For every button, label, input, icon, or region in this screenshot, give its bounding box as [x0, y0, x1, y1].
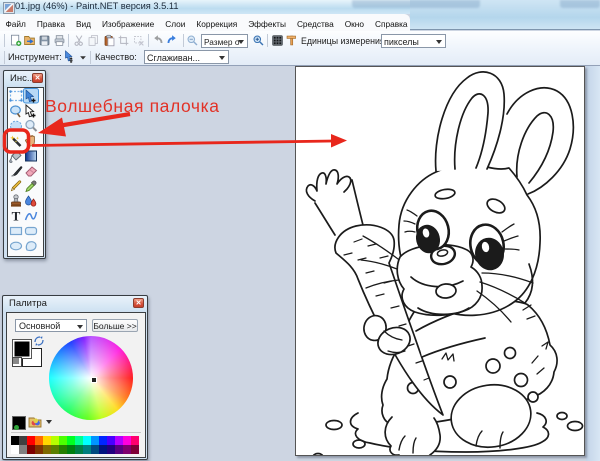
svg-text:Волшебная палочка: Волшебная палочка [45, 96, 220, 116]
